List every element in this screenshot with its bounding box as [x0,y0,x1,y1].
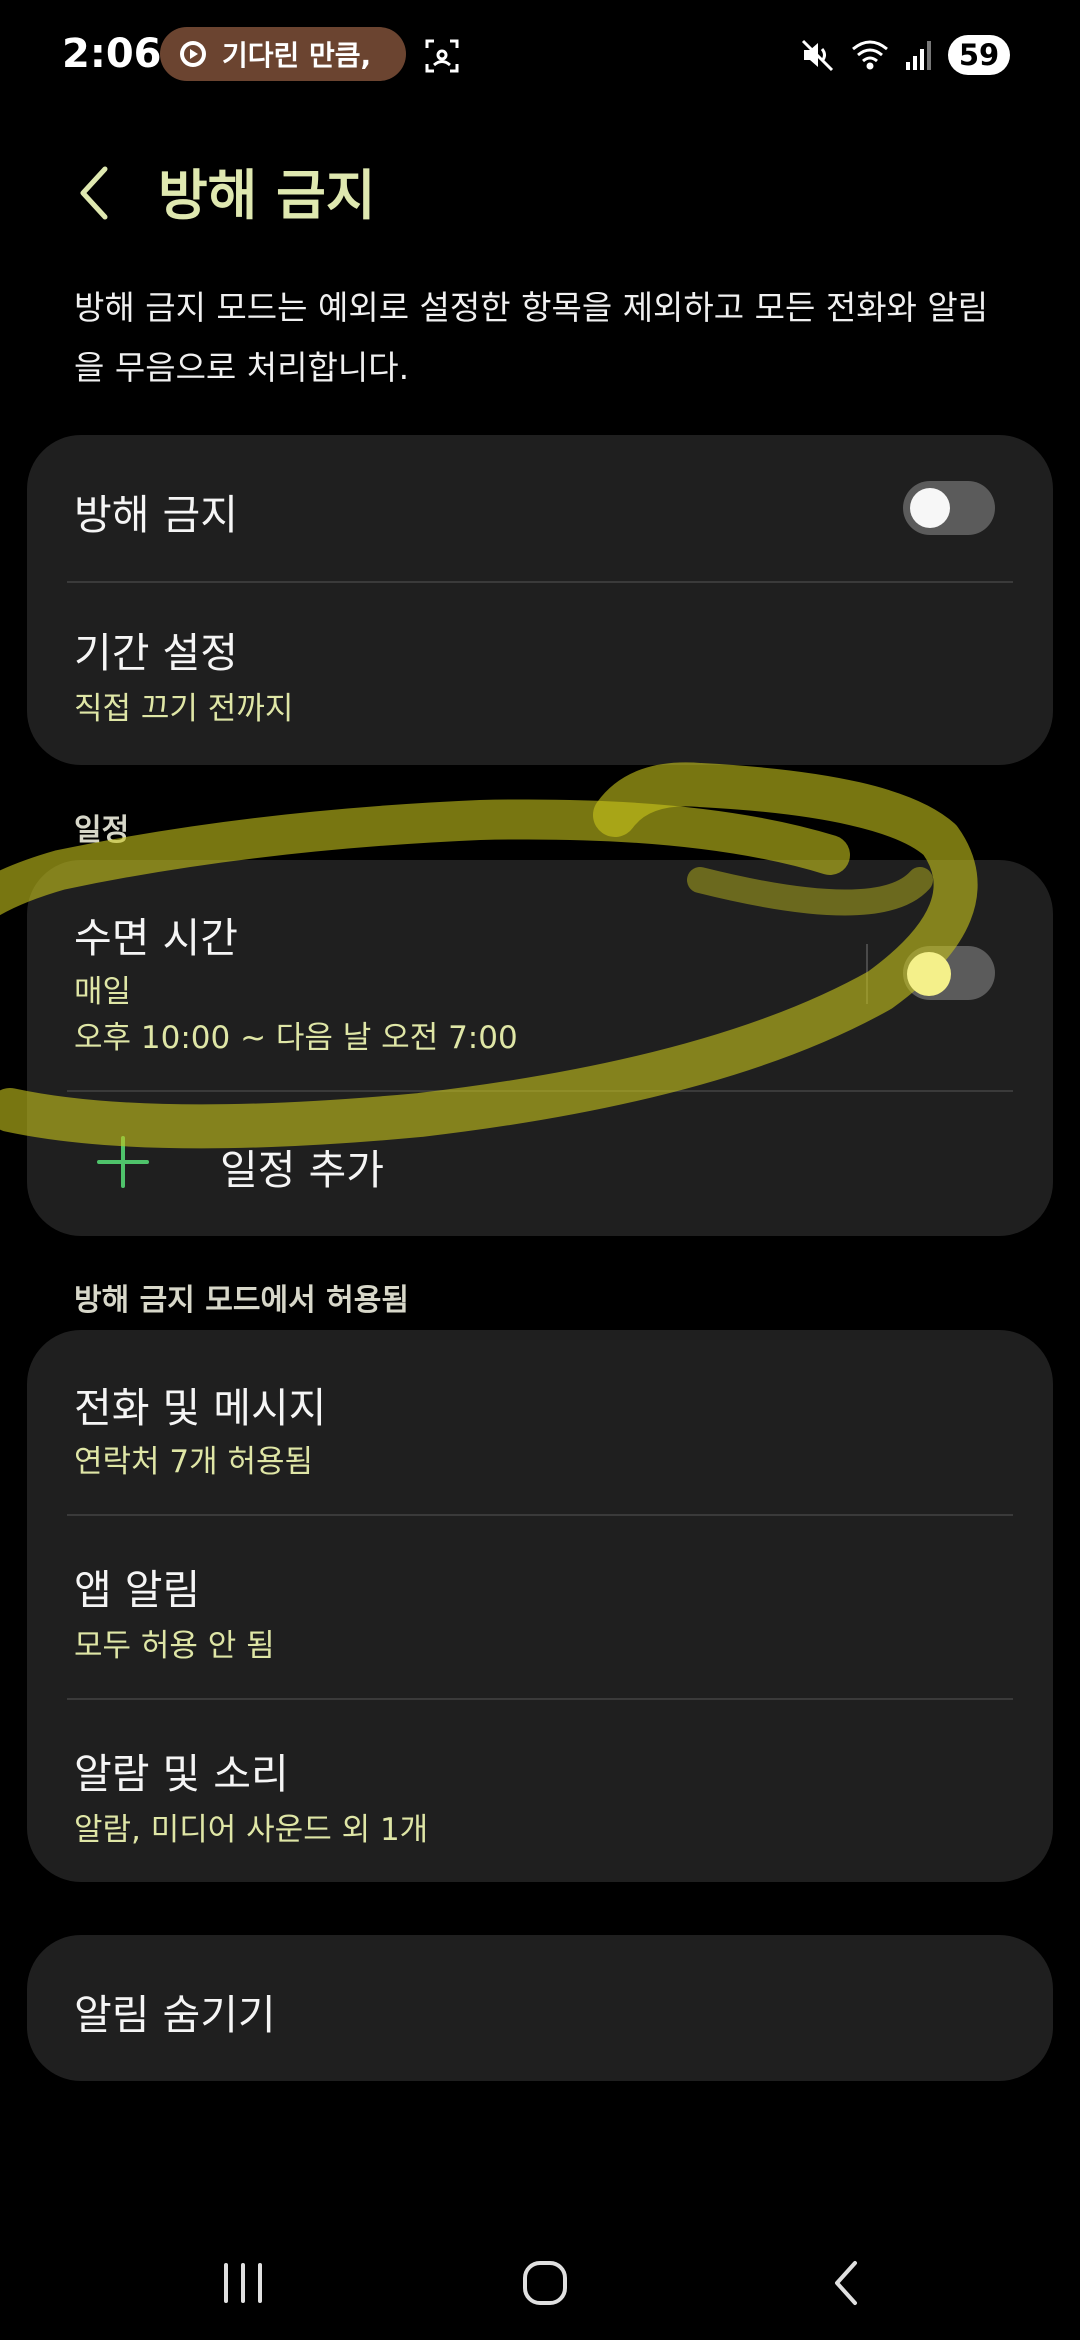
schedule-title: 수면 시간 [74,914,238,962]
chevron-left-icon [75,163,115,227]
wifi-icon [850,37,890,73]
status-icons: 59 [800,30,1010,80]
page-title: 방해 금지 [158,164,376,227]
alarms-sounds-row[interactable]: 알람 및 소리 알람, 미디어 사운드 외 1개 [27,1700,1053,1882]
plus-icon [95,1134,151,1190]
status-bar: 2:06 기다린 만큼, 59 [0,0,1080,110]
calls-messages-row[interactable]: 전화 및 메시지 연락처 7개 허용됨 [27,1330,1053,1514]
status-time: 2:06 [62,31,162,77]
schedule-time-range: 오후 10:00 ~ 다음 날 오전 7:00 [74,1020,518,1056]
play-icon [178,39,208,69]
battery-indicator: 59 [948,35,1010,75]
duration-title: 기간 설정 [74,629,238,677]
section-label-allowed: 방해 금지 모드에서 허용됨 [74,1283,409,1318]
recent-apps-button[interactable] [198,2240,288,2330]
schedule-card: 수면 시간 매일 오후 10:00 ~ 다음 날 오전 7:00 일정 추가 [27,860,1053,1236]
mute-icon [800,37,836,73]
recent-apps-icon [218,2261,268,2309]
hide-notifications-title: 알림 숨기기 [74,1991,276,2039]
vertical-separator [866,944,868,1004]
sleep-schedule-toggle[interactable] [903,946,995,1000]
calls-messages-subtitle: 연락처 7개 허용됨 [74,1444,314,1480]
add-schedule-label: 일정 추가 [220,1146,384,1194]
hide-notifications-card[interactable]: 알림 숨기기 [27,1935,1053,2081]
nav-back-button[interactable] [802,2240,892,2330]
screen-capture-icon [424,38,460,74]
media-title: 기다린 만큼, [222,39,372,72]
toggle-knob [910,953,950,993]
back-button[interactable] [60,160,130,230]
duration-row[interactable]: 기간 설정 직접 끄기 전까지 [27,583,1053,765]
duration-value: 직접 끄기 전까지 [74,691,294,727]
dnd-label: 방해 금지 [74,491,238,539]
alarms-sounds-title: 알람 및 소리 [74,1750,289,1798]
schedule-repeat: 매일 [74,974,132,1010]
app-notifications-subtitle: 모두 허용 안 됨 [74,1628,275,1664]
section-label-schedule: 일정 [74,813,130,848]
navigation-bar [0,2230,1080,2340]
app-notifications-row[interactable]: 앱 알림 모두 허용 안 됨 [27,1516,1053,1698]
app-notifications-title: 앱 알림 [74,1566,201,1614]
back-icon [827,2258,867,2312]
page-description: 방해 금지 모드는 예외로 설정한 항목을 제외하고 모든 전화와 알림을 무음… [74,288,989,387]
allowed-card: 전화 및 메시지 연락처 7개 허용됨 앱 알림 모두 허용 안 됨 알람 및 … [27,1330,1053,1882]
signal-icon [904,38,934,72]
dnd-card: 방해 금지 기간 설정 직접 끄기 전까지 [27,435,1053,765]
toggle-knob [910,488,950,528]
home-button[interactable] [500,2240,590,2330]
calls-messages-title: 전화 및 메시지 [74,1384,327,1432]
alarms-sounds-subtitle: 알람, 미디어 사운드 외 1개 [74,1812,429,1848]
add-schedule-row[interactable]: 일정 추가 [27,1092,1053,1236]
home-icon [520,2258,570,2312]
sleep-schedule-row[interactable]: 수면 시간 매일 오후 10:00 ~ 다음 날 오전 7:00 [27,860,1053,1090]
media-playing-chip[interactable]: 기다린 만큼, [160,27,406,81]
dnd-toggle[interactable] [903,481,995,535]
dnd-toggle-row[interactable]: 방해 금지 [27,435,1053,580]
